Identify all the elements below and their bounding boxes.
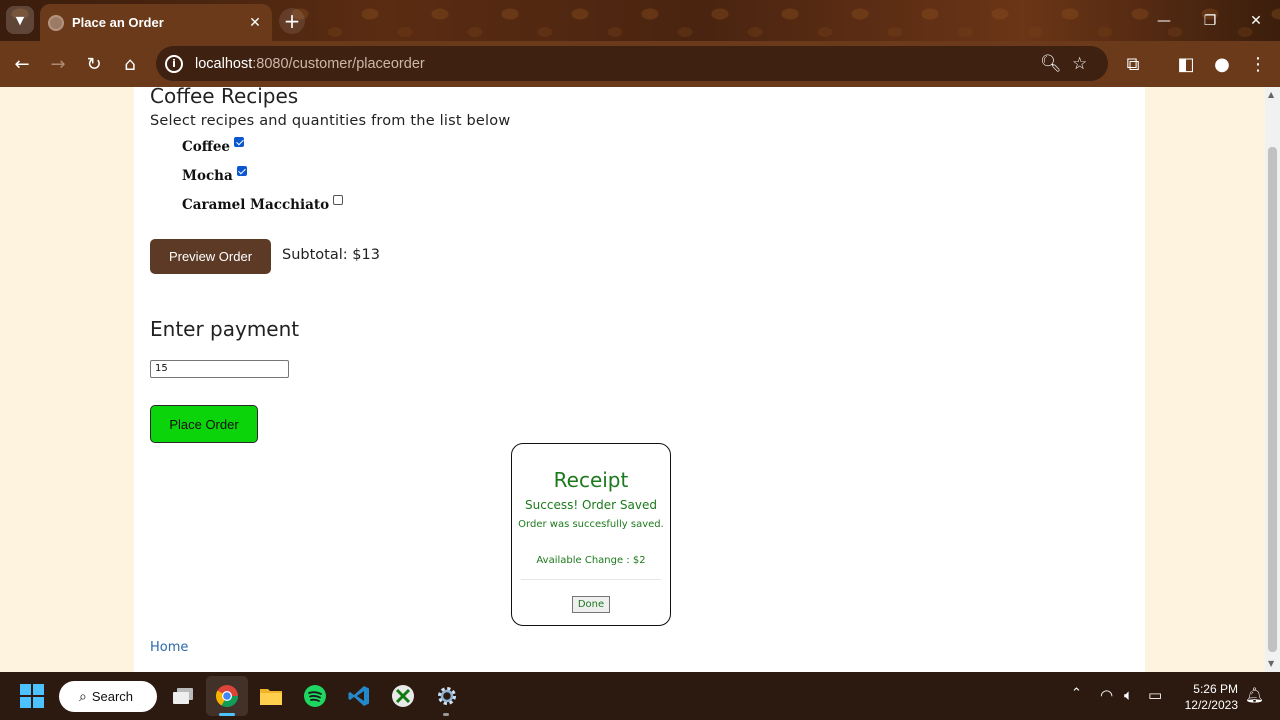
- notification-bell-icon[interactable]: 🔔︎: [1245, 686, 1264, 704]
- extensions-icon[interactable]: ⧉: [1118, 49, 1148, 79]
- settings-gear-icon[interactable]: [434, 683, 460, 709]
- back-icon[interactable]: ←: [7, 49, 37, 79]
- reload-icon[interactable]: ↻: [79, 49, 109, 79]
- close-window-icon[interactable]: ✕: [1233, 0, 1279, 41]
- browser-toolbar: ← → ↻ ⌂ i localhost:8080/customer/placeo…: [0, 41, 1280, 87]
- url-text[interactable]: localhost:8080/customer/placeorder: [195, 56, 425, 72]
- chrome-icon[interactable]: [214, 683, 240, 709]
- forward-icon[interactable]: →: [43, 49, 73, 79]
- clock-date: 12/2/2023: [1184, 698, 1238, 712]
- side-panel-icon[interactable]: ◧: [1171, 49, 1201, 79]
- receipt-change: Available Change : $2: [536, 555, 646, 566]
- spotify-icon[interactable]: [302, 683, 328, 709]
- tab-favicon-icon: [48, 14, 64, 31]
- tab-title: Place an Order: [72, 15, 164, 30]
- recipe-label: Coffee: [182, 139, 231, 155]
- profile-avatar-icon[interactable]: ●: [1207, 49, 1237, 79]
- home-icon[interactable]: ⌂: [115, 49, 145, 79]
- taskbar-clock[interactable]: 5:26 PM 12/2/2023: [1182, 681, 1238, 713]
- menu-kebab-icon[interactable]: ⋮: [1243, 49, 1273, 79]
- tab-close-icon[interactable]: ✕: [246, 15, 264, 31]
- receipt-title: Receipt: [553, 468, 629, 492]
- scroll-up-icon[interactable]: ▲: [1268, 90, 1274, 99]
- scrollbar-thumb[interactable]: [1268, 147, 1277, 652]
- receipt-dialog: Receipt Success! Order Saved Order was s…: [511, 443, 671, 626]
- minimize-icon[interactable]: —: [1141, 0, 1187, 41]
- recipe-label: Mocha: [182, 168, 233, 184]
- preview-order-button[interactable]: Preview Order: [150, 239, 271, 274]
- tray-overflow-chevron-icon[interactable]: ⌃: [1071, 686, 1082, 701]
- recipes-heading: Coffee Recipes: [150, 84, 299, 108]
- browser-tab-active[interactable]: Place an Order ✕: [40, 4, 272, 41]
- receipt-divider: [521, 579, 661, 580]
- page-scrollbar[interactable]: ▲ ▼: [1265, 87, 1280, 672]
- done-button[interactable]: Done: [571, 596, 611, 613]
- wifi-icon[interactable]: ◠: [1100, 686, 1113, 704]
- task-view-icon[interactable]: [170, 683, 196, 709]
- home-link[interactable]: Home: [150, 640, 188, 655]
- taskbar-search-label: Search: [91, 689, 134, 704]
- settings-running-indicator: [443, 713, 449, 716]
- search-icon: ⌕: [79, 688, 87, 704]
- place-order-button[interactable]: Place Order: [150, 405, 258, 443]
- taskbar-search-button[interactable]: ⌕ Search: [59, 681, 157, 712]
- recipe-item-caramel-macchiato: Caramel Macchiato: [182, 195, 344, 213]
- chrome-running-indicator: [219, 713, 235, 716]
- volume-icon[interactable]: 🔈︎: [1124, 686, 1133, 704]
- battery-icon[interactable]: ▭: [1148, 686, 1162, 704]
- site-info-icon[interactable]: i: [165, 54, 183, 73]
- address-bar[interactable]: i localhost:8080/customer/placeorder 🔍︎ …: [156, 46, 1108, 81]
- file-explorer-icon[interactable]: [258, 683, 284, 709]
- bookmark-star-icon[interactable]: ☆: [1072, 54, 1087, 74]
- recipe-checkbox-mocha[interactable]: [236, 166, 247, 176]
- recipe-label: Caramel Macchiato: [182, 197, 330, 213]
- recipes-subheading: Select recipes and quantities from the l…: [150, 113, 511, 129]
- payment-input[interactable]: 15: [150, 360, 289, 378]
- browser-tab-strip: ▼ Place an Order ✕ + — ❐ ✕: [0, 0, 1280, 41]
- payment-heading: Enter payment: [150, 317, 300, 341]
- new-tab-icon[interactable]: +: [279, 8, 305, 34]
- windows-start-icon[interactable]: [20, 684, 44, 708]
- tab-search-icon[interactable]: ▼: [6, 6, 34, 34]
- vscode-icon[interactable]: [346, 683, 372, 709]
- recipe-item-mocha: Mocha: [182, 166, 247, 184]
- recipe-item-coffee: Coffee: [182, 137, 245, 155]
- recipe-checkbox-coffee[interactable]: [234, 137, 245, 147]
- scroll-down-icon[interactable]: ▼: [1268, 659, 1274, 668]
- recipe-checkbox-caramel-macchiato[interactable]: [333, 195, 344, 205]
- os-taskbar: ⌕ Search ⌃ ◠ 🔈︎ ▭ 5:26 PM 12/2/2023 🔔︎: [0, 672, 1280, 720]
- receipt-message: Order was succesfully saved.: [518, 519, 664, 530]
- clock-time: 5:26 PM: [1193, 682, 1238, 696]
- zoom-icon[interactable]: 🔍︎: [1040, 54, 1062, 74]
- xbox-icon[interactable]: [390, 683, 416, 709]
- subtotal-text: Subtotal: $13: [282, 247, 380, 263]
- receipt-status: Success! Order Saved: [525, 498, 657, 512]
- restore-icon[interactable]: ❐: [1187, 0, 1233, 41]
